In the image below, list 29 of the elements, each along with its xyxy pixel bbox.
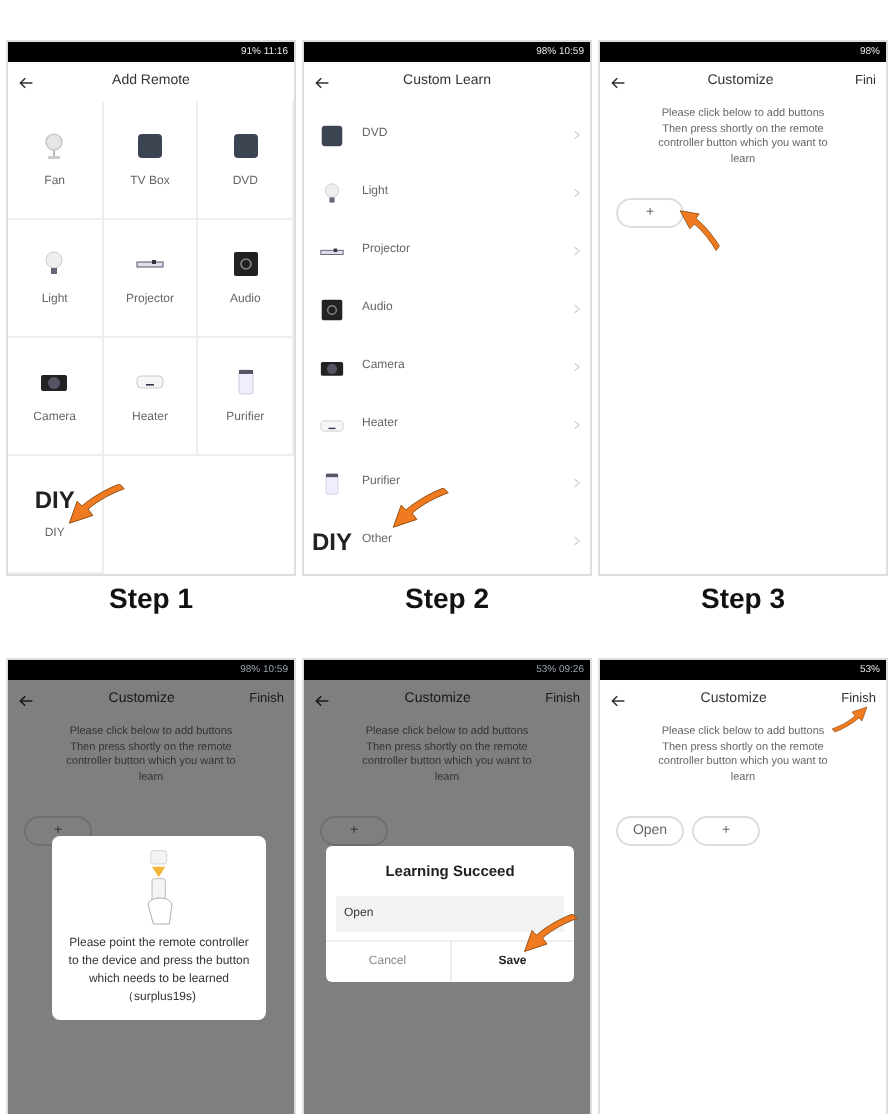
back-arrow-icon[interactable] [314, 75, 330, 89]
step-label: Step 3 [700, 584, 785, 612]
diy-label: DIY [34, 488, 75, 512]
pointer-arrow-icon [829, 700, 870, 737]
diy-label: DIY [312, 529, 353, 553]
chevron-icon [574, 246, 580, 256]
chevron-icon [574, 188, 580, 198]
purifier-icon [320, 471, 344, 495]
speaker-icon [231, 250, 260, 278]
chevron-icon [574, 420, 580, 430]
back-arrow-icon[interactable] [18, 75, 34, 89]
media-box-icon [231, 132, 260, 160]
media-box-icon [320, 123, 344, 147]
step-label: Step 2 [404, 584, 489, 612]
fan-icon [40, 132, 69, 160]
chevron-icon [574, 130, 580, 140]
speaker-icon [320, 297, 344, 321]
media-box-icon [135, 132, 164, 160]
light-bulb-icon [320, 181, 344, 205]
pointer-arrow-icon [388, 488, 452, 532]
light-bulb-icon [40, 250, 69, 278]
chevron-icon [574, 536, 580, 546]
back-arrow-icon[interactable] [610, 693, 626, 707]
back-arrow-icon[interactable] [610, 75, 626, 89]
pointer-arrow-icon [519, 914, 579, 957]
chevron-icon [574, 478, 580, 488]
chevron-icon [574, 362, 580, 372]
chevron-icon [574, 304, 580, 314]
step-label: Step 1 [108, 584, 193, 612]
